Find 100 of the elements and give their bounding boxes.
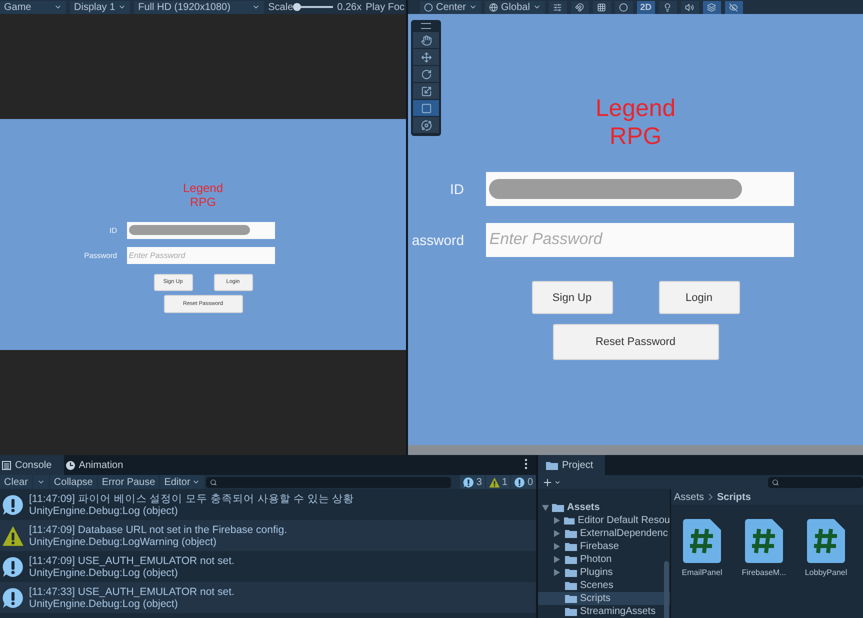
folder-row[interactable]: Firebase: [538, 540, 670, 553]
folder-icon: [565, 529, 577, 538]
folder-label: Scenes: [580, 580, 614, 591]
folder-icon: [565, 581, 577, 590]
rect-tool[interactable]: [413, 100, 439, 116]
move-tool[interactable]: [413, 49, 439, 65]
script-file-icon: [745, 519, 783, 563]
folder-row[interactable]: Assets: [538, 501, 670, 514]
lightbulb-icon[interactable]: [658, 0, 677, 14]
scale-value: 0.26x: [337, 2, 362, 12]
folder-label: StreamingAssets: [580, 606, 656, 617]
breadcrumb-link[interactable]: Assets: [674, 492, 704, 502]
form-button[interactable]: Login: [658, 281, 740, 314]
expand-arrow-icon[interactable]: [554, 543, 560, 550]
grid-icon[interactable]: [592, 0, 611, 14]
log-count-toggle[interactable]: 3: [460, 475, 485, 489]
shading-icon[interactable]: [614, 0, 633, 14]
folder-row[interactable]: Scripts: [538, 592, 670, 605]
search-icon: [210, 478, 218, 486]
pivot-dropdown[interactable]: Center: [420, 0, 482, 14]
clear-button[interactable]: Clear: [0, 475, 32, 489]
project-tab[interactable]: Project: [538, 455, 606, 475]
slider-thumb[interactable]: [293, 3, 302, 11]
scale-label: Scale: [268, 2, 294, 12]
2d-toggle[interactable]: 2D: [636, 0, 655, 14]
caret-icon: [36, 478, 45, 486]
chevron-icon: [708, 493, 714, 501]
password-label: assword: [410, 232, 464, 248]
folder-label: Plugins: [580, 567, 613, 578]
audio-icon[interactable]: [680, 0, 699, 14]
search-field[interactable]: [206, 476, 452, 488]
panel-tab[interactable]: Animation: [64, 455, 136, 475]
folder-label: Photon: [580, 554, 612, 565]
folder-label: Editor Default Resou: [578, 515, 670, 526]
log-count-toggle[interactable]: 1: [486, 475, 510, 489]
move-arrows-icon: [420, 52, 432, 62]
log-message: [11:47:09] 파이어 베이스 설정이 모두 충족되어 사용할 수 있는 상황: [29, 492, 354, 504]
panel-tab[interactable]: Console: [0, 455, 64, 475]
expand-arrow-icon[interactable]: [554, 569, 560, 576]
id-field[interactable]: [486, 172, 794, 206]
script-file-icon: [807, 519, 845, 563]
resolution-dropdown[interactable]: Full HD (1920x1080): [134, 0, 264, 14]
space-dropdown[interactable]: Global: [485, 0, 545, 14]
expand-arrow-icon[interactable]: [542, 504, 549, 510]
more-icon[interactable]: [525, 459, 528, 469]
game-title: Legend RPG: [595, 95, 676, 150]
display-dropdown[interactable]: Display 1: [70, 0, 130, 14]
add-icon[interactable]: [542, 476, 553, 488]
caret-icon: [252, 3, 260, 11]
expand-arrow-icon[interactable]: [554, 530, 560, 537]
form-button[interactable]: Sign Up: [532, 281, 612, 314]
log-trace: UnityEngine.Debug:Log (object): [29, 566, 179, 578]
folder-row[interactable]: Editor Default Resou: [538, 514, 670, 527]
caret-icon: [192, 478, 200, 486]
caret-icon: [532, 3, 541, 11]
magnet-icon[interactable]: [570, 0, 589, 14]
info-bubble-icon: [2, 556, 24, 578]
transform-tool[interactable]: [413, 117, 439, 133]
log-entry[interactable]: [11:47:09] Database URL not set in the Firebase config. UnityEngine.Debug:LogWarning (object): [0, 520, 536, 551]
scale-tool[interactable]: [413, 83, 439, 99]
layers-icon[interactable]: [702, 0, 721, 14]
circle-icon: [619, 2, 628, 12]
expand-arrow-icon[interactable]: [554, 517, 560, 524]
log-entry[interactable]: [11:47:33] USE_AUTH_EMULATOR not set. UnityEngine.Debug:Log (object): [0, 582, 536, 613]
play-focused-toggle[interactable]: Play Foc: [366, 2, 405, 12]
folder-icon: [546, 460, 558, 470]
breadcrumb-link[interactable]: Scripts: [717, 492, 751, 502]
warning-icon: [488, 476, 500, 488]
caret-icon: [118, 3, 126, 11]
error-pause-button[interactable]: Error Pause: [98, 475, 160, 489]
eye-off-icon[interactable]: [724, 0, 743, 14]
log-count-toggle[interactable]: 0: [511, 475, 536, 489]
clock-icon: [66, 460, 75, 470]
warning-icon: [2, 524, 24, 546]
folder-row[interactable]: ExternalDependenc: [538, 527, 670, 540]
folder-row[interactable]: StreamingAssets: [538, 605, 670, 618]
folder-row[interactable]: Scenes: [538, 579, 670, 592]
collapse-button[interactable]: Collapse: [50, 475, 97, 489]
rect-icon: [420, 102, 432, 114]
reset-password-button[interactable]: Reset Password: [552, 324, 718, 360]
file-name: LobbyPanel: [804, 568, 848, 577]
search-field[interactable]: [768, 476, 863, 488]
list-icon: [2, 460, 11, 470]
error-icon: [514, 476, 526, 488]
id-field[interactable]: [127, 222, 275, 239]
expand-arrow-icon[interactable]: [554, 556, 560, 563]
folder-row[interactable]: Plugins: [538, 566, 670, 579]
grid-snap-icon[interactable]: [548, 0, 567, 14]
rotate-tool[interactable]: [413, 66, 439, 82]
clear-options-button[interactable]: [32, 475, 49, 489]
info-bubble-icon: [2, 494, 24, 516]
hand-icon: [420, 34, 432, 46]
folder-icon: [565, 568, 577, 577]
hand-tool[interactable]: [413, 32, 439, 48]
folder-row[interactable]: Photon: [538, 553, 670, 566]
folder-label: Firebase: [580, 541, 619, 552]
view-dropdown[interactable]: Game: [0, 0, 66, 14]
caret-icon[interactable]: [554, 478, 561, 486]
folder-icon: [564, 516, 575, 525]
editor-dropdown[interactable]: Editor: [160, 475, 204, 489]
